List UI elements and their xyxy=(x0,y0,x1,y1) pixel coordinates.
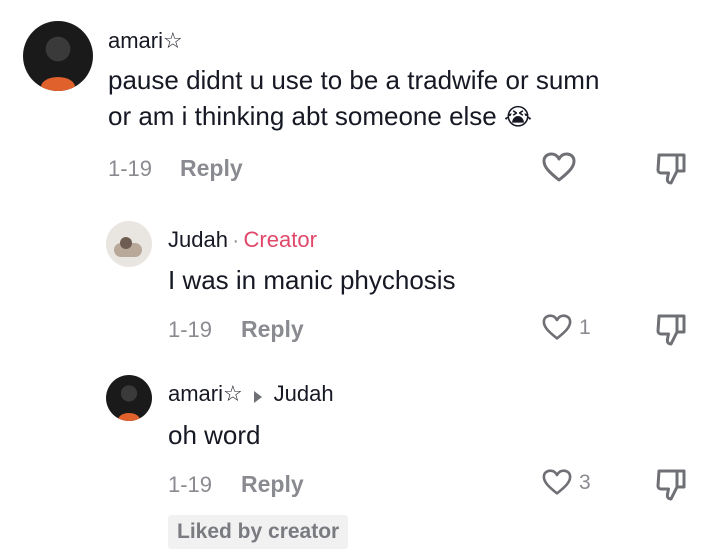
user-star-badge: ☆ xyxy=(223,381,243,406)
like-count: 1 xyxy=(579,316,591,339)
username[interactable]: amari xyxy=(168,381,223,406)
comment-username[interactable]: amari☆ xyxy=(108,28,183,54)
comment-username[interactable]: amari☆ Judah xyxy=(168,381,334,407)
user-star-badge: ☆ xyxy=(163,28,183,53)
comment-text-line: or am i thinking abt someone else xyxy=(108,101,497,131)
username[interactable]: Judah xyxy=(168,227,228,252)
comment-date: 1-19 xyxy=(168,317,213,342)
comment-text: I was in manic phychosis xyxy=(168,265,456,295)
heart-outline-icon[interactable] xyxy=(541,151,577,183)
liked-by-creator-badge: Liked by creator xyxy=(168,515,349,549)
comment-date: 1-19 xyxy=(108,156,153,181)
comment-username[interactable]: Judah · Creator xyxy=(168,227,317,253)
thumbs-down-icon[interactable] xyxy=(655,152,687,186)
reply-to-username[interactable]: Judah xyxy=(274,381,334,406)
heart-outline-icon[interactable] xyxy=(541,313,573,341)
heart-outline-icon[interactable] xyxy=(541,468,573,496)
thumbs-down-icon[interactable] xyxy=(655,313,687,347)
separator-dot: · xyxy=(232,230,240,252)
avatar[interactable] xyxy=(23,21,93,91)
avatar[interactable] xyxy=(106,221,152,267)
comment-date: 1-19 xyxy=(168,472,213,497)
like-count: 3 xyxy=(579,471,591,494)
reply-button[interactable]: Reply xyxy=(241,471,304,498)
avatar[interactable] xyxy=(106,375,152,421)
reply-button[interactable]: Reply xyxy=(180,155,243,182)
comment-text-line: pause didnt u use to be a tradwife or su… xyxy=(108,65,600,95)
creator-badge: Creator xyxy=(243,227,317,252)
loudly-crying-emoji: 😭 xyxy=(504,104,533,131)
comment-text: oh word xyxy=(168,420,261,450)
comment-text: pause didnt u use to be a tradwife or su… xyxy=(108,62,708,136)
username[interactable]: amari xyxy=(108,28,163,53)
reply-button[interactable]: Reply xyxy=(241,316,304,343)
triangle-right-icon xyxy=(253,390,263,404)
thumbs-down-icon[interactable] xyxy=(655,468,687,502)
